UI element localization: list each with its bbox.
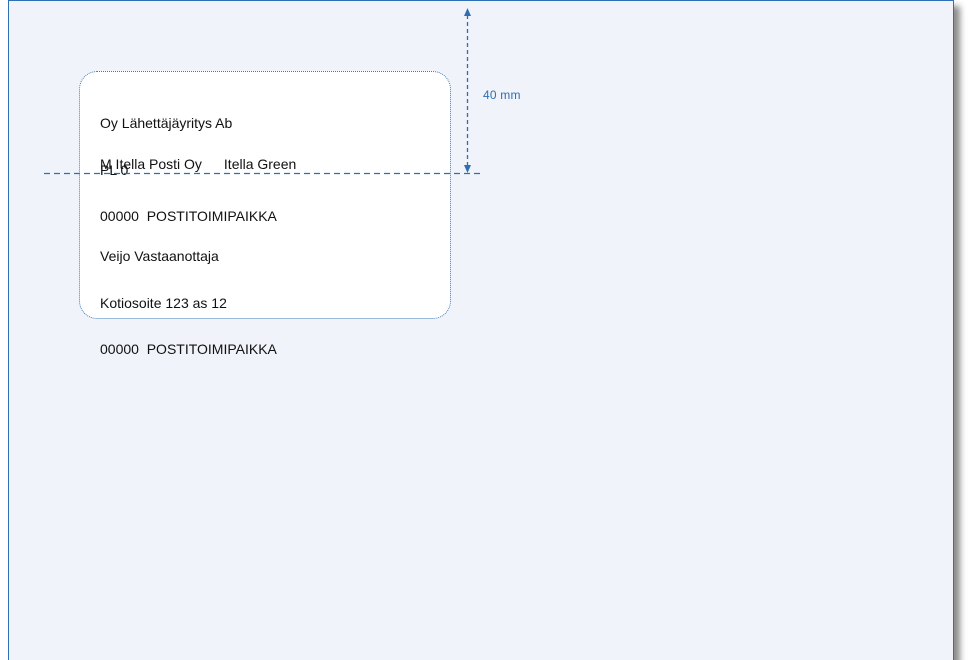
dimension-label: 40 mm	[483, 88, 521, 102]
envelope-layout-diagram: Oy Lähettäjäyritys Ab PL 0 00000 POSTITO…	[0, 0, 968, 660]
arrow-down-icon	[464, 165, 471, 173]
arrow-up-icon	[464, 8, 471, 16]
